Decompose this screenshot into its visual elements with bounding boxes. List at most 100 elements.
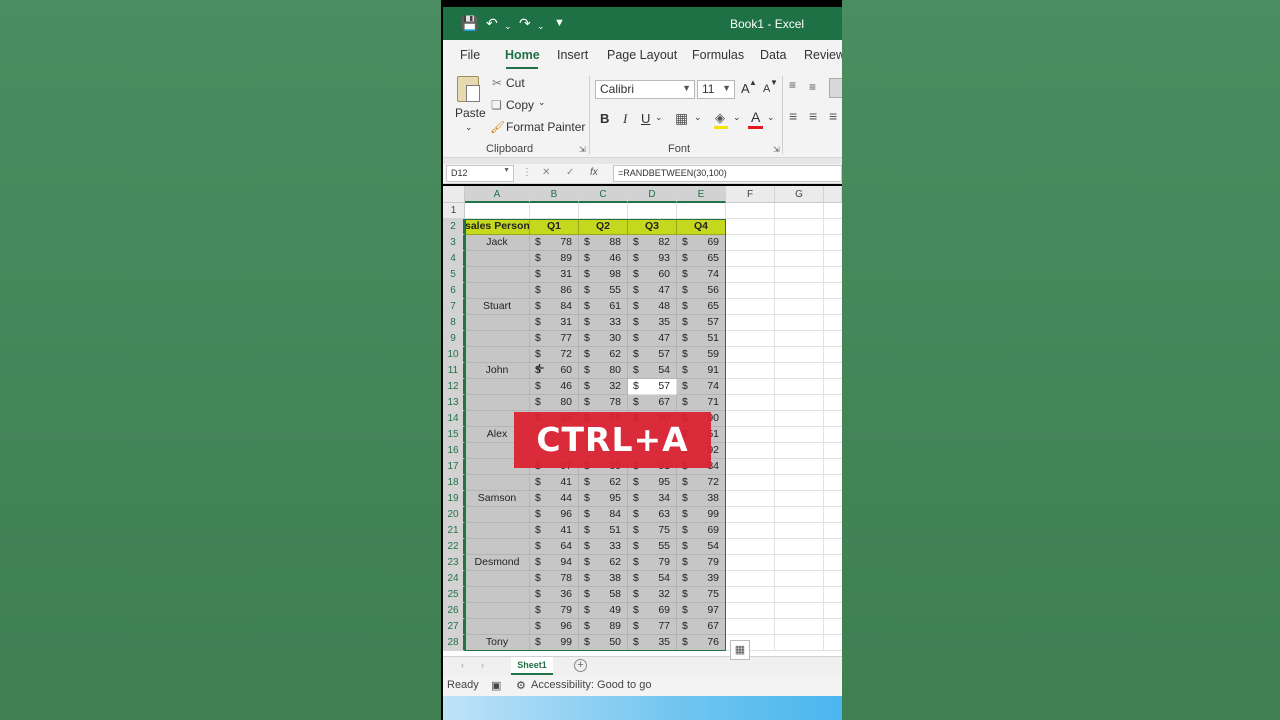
cell-f3[interactable]: [726, 235, 775, 251]
cell-d6[interactable]: $47: [628, 283, 677, 299]
cell-a24[interactable]: [465, 571, 530, 587]
cell-d23[interactable]: $79: [628, 555, 677, 571]
cell-f9[interactable]: [726, 331, 775, 347]
cell-f11[interactable]: [726, 363, 775, 379]
cell-a10[interactable]: [465, 347, 530, 363]
cell-g26[interactable]: [775, 603, 824, 619]
cell-e5[interactable]: $74: [677, 267, 726, 283]
cell-b8[interactable]: $31: [530, 315, 579, 331]
cell-e3[interactable]: $69: [677, 235, 726, 251]
cell-c2[interactable]: Q2: [579, 219, 628, 235]
cell-f26[interactable]: [726, 603, 775, 619]
paste-dropdown-icon[interactable]: ⌄: [465, 122, 473, 133]
cell-e8[interactable]: $57: [677, 315, 726, 331]
borders-dropdown-icon[interactable]: ⌄: [694, 112, 702, 123]
cell-c28[interactable]: $50: [579, 635, 628, 651]
cell-b10[interactable]: $72: [530, 347, 579, 363]
quick-analysis-icon[interactable]: ▦: [730, 640, 750, 660]
cell-b23[interactable]: $94: [530, 555, 579, 571]
cell-h9[interactable]: [824, 331, 842, 347]
cell-b7[interactable]: $84: [530, 299, 579, 315]
cell-e7[interactable]: $65: [677, 299, 726, 315]
bold-button[interactable]: B: [600, 111, 609, 126]
format-painter-button[interactable]: Format Painter: [506, 120, 585, 134]
cell-f20[interactable]: [726, 507, 775, 523]
align-right-icon[interactable]: ≡: [829, 108, 837, 124]
cell-b3[interactable]: $78: [530, 235, 579, 251]
cell-a20[interactable]: [465, 507, 530, 523]
fill-color-icon[interactable]: ◈: [715, 110, 725, 126]
cell-g13[interactable]: [775, 395, 824, 411]
row-header-5[interactable]: 5: [443, 267, 465, 283]
align-top-icon[interactable]: ≡: [789, 78, 796, 92]
cell-a28[interactable]: Tony: [465, 635, 530, 651]
row-header-21[interactable]: 21: [443, 523, 465, 539]
cell-h14[interactable]: [824, 411, 842, 427]
cell-e26[interactable]: $97: [677, 603, 726, 619]
row-header-14[interactable]: 14: [443, 411, 465, 427]
cell-h13[interactable]: [824, 395, 842, 411]
cell-d1[interactable]: [628, 203, 677, 219]
cell-d9[interactable]: $47: [628, 331, 677, 347]
cell-e22[interactable]: $54: [677, 539, 726, 555]
cell-g23[interactable]: [775, 555, 824, 571]
row-header-10[interactable]: 10: [443, 347, 465, 363]
cell-a27[interactable]: [465, 619, 530, 635]
cell-c26[interactable]: $49: [579, 603, 628, 619]
row-header-27[interactable]: 27: [443, 619, 465, 635]
cell-h19[interactable]: [824, 491, 842, 507]
cell-a1[interactable]: [465, 203, 530, 219]
cell-h26[interactable]: [824, 603, 842, 619]
cell-e20[interactable]: $99: [677, 507, 726, 523]
sheet-next-icon[interactable]: ›: [481, 660, 484, 670]
cell-b1[interactable]: [530, 203, 579, 219]
cell-f7[interactable]: [726, 299, 775, 315]
cell-b18[interactable]: $41: [530, 475, 579, 491]
undo-dropdown-icon[interactable]: ⌄: [504, 18, 512, 34]
cell-f6[interactable]: [726, 283, 775, 299]
cut-button[interactable]: Cut: [506, 76, 525, 90]
cell-f17[interactable]: [726, 459, 775, 475]
formula-input[interactable]: =RANDBETWEEN(30,100): [613, 165, 842, 182]
cell-c18[interactable]: $62: [579, 475, 628, 491]
cell-a23[interactable]: Desmond: [465, 555, 530, 571]
cell-d7[interactable]: $48: [628, 299, 677, 315]
cell-h22[interactable]: [824, 539, 842, 555]
cell-a6[interactable]: [465, 283, 530, 299]
column-header-f[interactable]: F: [726, 186, 775, 203]
cell-f14[interactable]: [726, 411, 775, 427]
cell-g15[interactable]: [775, 427, 824, 443]
cell-d12[interactable]: $57: [628, 379, 677, 395]
italic-button[interactable]: I: [623, 111, 627, 127]
column-header-d[interactable]: D: [628, 186, 677, 203]
cell-c13[interactable]: $78: [579, 395, 628, 411]
cell-b24[interactable]: $78: [530, 571, 579, 587]
font-size-combo[interactable]: 11 ▼: [697, 80, 735, 99]
cell-h1[interactable]: [824, 203, 842, 219]
underline-button[interactable]: U: [641, 111, 650, 126]
cell-c5[interactable]: $98: [579, 267, 628, 283]
redo-icon[interactable]: ↷: [519, 15, 531, 31]
column-header-b[interactable]: B: [530, 186, 579, 203]
row-header-4[interactable]: 4: [443, 251, 465, 267]
cell-f13[interactable]: [726, 395, 775, 411]
cell-e4[interactable]: $65: [677, 251, 726, 267]
cell-e27[interactable]: $67: [677, 619, 726, 635]
cell-c10[interactable]: $62: [579, 347, 628, 363]
cell-g20[interactable]: [775, 507, 824, 523]
tab-insert[interactable]: Insert: [557, 48, 588, 62]
cell-c23[interactable]: $62: [579, 555, 628, 571]
insert-function-icon[interactable]: fx: [590, 167, 598, 178]
cell-f4[interactable]: [726, 251, 775, 267]
cell-e21[interactable]: $69: [677, 523, 726, 539]
cell-b12[interactable]: $46: [530, 379, 579, 395]
cell-a25[interactable]: [465, 587, 530, 603]
cell-e18[interactable]: $72: [677, 475, 726, 491]
cell-d24[interactable]: $54: [628, 571, 677, 587]
cell-b27[interactable]: $96: [530, 619, 579, 635]
paste-button[interactable]: Paste ⌄: [451, 74, 486, 134]
align-bottom-icon[interactable]: [829, 78, 842, 98]
cell-f1[interactable]: [726, 203, 775, 219]
sheet-tab[interactable]: Sheet1: [511, 657, 553, 675]
cell-c24[interactable]: $38: [579, 571, 628, 587]
